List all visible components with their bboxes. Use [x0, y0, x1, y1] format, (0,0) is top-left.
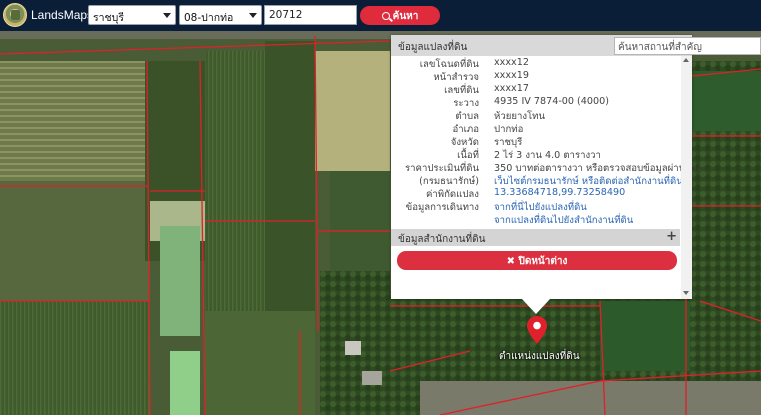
land-office-section[interactable]: ข้อมูลสำนักงานที่ดิน + [391, 229, 680, 246]
marker-label: ตำแหน่งแปลงที่ดิน [499, 351, 580, 362]
info-row: ข้อมูลการเดินทาง จากที่นี่ไปยังแปลงที่ดิน [391, 200, 681, 213]
close-window-button[interactable]: ✖ ปิดหน้าต่าง [397, 251, 677, 270]
province-select-value: ราชบุรี [93, 12, 124, 24]
info-row: เนื้อที่ 2 ไร่ 3 งาน 4.0 ตารางวา [391, 148, 681, 161]
parcel-number-input[interactable]: 20712 [264, 5, 357, 25]
search-button-label: ค้นหา [392, 11, 419, 22]
info-row: อำเภอ ปากท่อ [391, 122, 681, 135]
close-icon: ✖ [506, 256, 515, 267]
parcel-info-rows: เลขโฉนดที่ดิน xxxx12 หน้าสำรวจ xxxx19 เลขท… [391, 57, 702, 226]
info-value: xxxx12 [494, 57, 529, 68]
district-select-value: 08-ปากท่อ [184, 12, 234, 24]
info-row: ระวาง 4935 IV 7874-00 (4000) [391, 96, 681, 109]
parcel-info-popup: ข้อมูลแปลงที่ดิน เลขโฉนดที่ดิน xxxx12 หน้… [391, 35, 702, 299]
info-row: ค่าพิกัดแปลง 13.33684718,99.73258490 [391, 187, 681, 200]
info-value: 4935 IV 7874-00 (4000) [494, 96, 609, 107]
map-pin-icon[interactable] [527, 316, 547, 344]
info-row: เลขที่ดิน xxxx17 [391, 83, 681, 96]
directions-to-office-link[interactable]: จากแปลงที่ดินไปยังสำนักงานที่ดิน [494, 213, 633, 228]
panel-scrollbar[interactable] [681, 56, 692, 299]
province-select[interactable]: ราชบุรี [88, 5, 176, 25]
popup-pointer [522, 299, 550, 314]
info-row: เลขโฉนดที่ดิน xxxx12 [391, 57, 681, 70]
close-window-label: ปิดหน้าต่าง [518, 256, 568, 267]
search-button[interactable]: ค้นหา [360, 6, 440, 25]
landsmaps-logo-icon [3, 3, 27, 27]
scroll-up-icon[interactable] [683, 58, 689, 62]
coordinates-link[interactable]: 13.33684718,99.73258490 [494, 187, 625, 198]
top-bar: LandsMaps ราชบุรี 08-ปากท่อ 20712 ค้นหา [0, 0, 761, 31]
info-row: ราคาประเมินที่ดิน 350 บาทต่อตารางวา หรือต… [391, 161, 702, 174]
info-row: หน้าสำรวจ xxxx19 [391, 70, 681, 83]
search-icon [381, 12, 390, 20]
info-value: xxxx17 [494, 83, 529, 94]
land-office-section-label: ข้อมูลสำนักงานที่ดิน [398, 234, 486, 245]
scroll-down-icon[interactable] [683, 291, 689, 295]
info-value: xxxx19 [494, 70, 529, 81]
chevron-down-icon [163, 13, 171, 18]
brand-name: LandsMaps [31, 8, 94, 22]
info-row: ตำบล ห้วยยางโทน [391, 109, 681, 122]
district-select[interactable]: 08-ปากท่อ [179, 5, 262, 25]
info-row: (กรมธนารักษ์) เว็บไซต์กรมธนารักษ์ หรือติด… [391, 174, 683, 187]
info-row: จังหวัด ราชบุรี [391, 135, 681, 148]
chevron-down-icon [249, 13, 257, 18]
info-row: จากแปลงที่ดินไปยังสำนักงานที่ดิน [391, 213, 681, 226]
landmark-search-input[interactable]: ค้นหาสถานที่สำคัญ [614, 37, 761, 55]
plus-icon[interactable]: + [666, 229, 677, 244]
